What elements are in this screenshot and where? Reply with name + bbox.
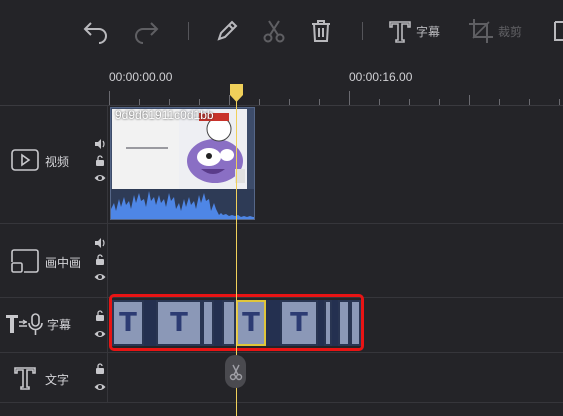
ruler-tick (379, 99, 380, 105)
pencil-icon (217, 20, 238, 41)
ruler-tick (259, 99, 260, 105)
toolbar-divider (362, 22, 363, 40)
pip-track-header: 画中画 (0, 224, 108, 297)
pip-track-name: 画中画 (45, 256, 82, 270)
crop-icon (469, 19, 493, 43)
cut-button[interactable] (262, 16, 286, 46)
ruler-tick (559, 99, 560, 105)
ruler-tick (409, 99, 410, 105)
video-visibility-toggle[interactable] (94, 172, 106, 184)
ruler-tick (469, 95, 470, 105)
video-track[interactable]: 视频 (0, 106, 563, 224)
eye-icon (94, 274, 106, 280)
more-button[interactable] (553, 16, 563, 46)
ruler-tick (109, 91, 110, 105)
pip-volume-toggle[interactable] (94, 237, 106, 249)
crop-label: 裁剪 (498, 24, 523, 39)
subtitle-lock-toggle[interactable] (94, 310, 106, 322)
ruler-tick (349, 91, 350, 105)
scissors-icon (263, 20, 285, 43)
ruler-tick (319, 99, 320, 105)
picture-in-picture-icon (11, 249, 39, 273)
subtitle-track-header: 字幕 (0, 298, 108, 352)
delete-button[interactable] (309, 16, 333, 46)
speaker-icon (95, 139, 105, 149)
ruler-tick (439, 99, 440, 105)
ruler-tick (199, 99, 200, 105)
redo-icon (135, 22, 159, 44)
ruler-tick (169, 99, 170, 105)
subtitle-button[interactable]: 字幕 (388, 16, 440, 46)
undo-button[interactable] (82, 16, 110, 46)
eye-icon (94, 175, 106, 181)
video-play-icon (11, 149, 39, 171)
audio-waveform (111, 189, 254, 219)
ruler-tick (289, 99, 290, 105)
ruler-tick (139, 99, 140, 105)
unlock-icon (96, 254, 104, 265)
toolbar-divider (188, 22, 189, 40)
text-track[interactable]: 文字 (0, 353, 563, 403)
scissors-icon (229, 364, 242, 380)
pip-lock-toggle[interactable] (94, 254, 106, 266)
video-track-header: 视频 (0, 106, 108, 223)
crop-button[interactable]: 裁剪 (468, 16, 522, 46)
split-at-playhead-button[interactable] (225, 355, 246, 388)
unlock-icon (96, 363, 104, 374)
trash-icon (312, 20, 330, 42)
time-label-start: 00:00:00.00 (109, 70, 173, 84)
text-track-name: 文字 (45, 373, 70, 387)
text-visibility-toggle[interactable] (94, 381, 106, 393)
timeline-ruler[interactable]: 00:00:00.00 00:00:16.00 (0, 62, 563, 106)
subtitle-track-name: 字幕 (47, 318, 72, 332)
subtitle-visibility-toggle[interactable] (94, 328, 106, 340)
text-track-header: 文字 (0, 353, 108, 402)
edit-button[interactable] (214, 16, 240, 46)
video-volume-toggle[interactable] (94, 138, 106, 150)
unlock-icon (96, 310, 104, 321)
unlock-icon (96, 155, 104, 166)
time-label-mid: 00:00:16.00 (349, 70, 413, 84)
eye-icon (94, 331, 106, 337)
playhead-handle[interactable] (230, 84, 243, 102)
eye-icon (94, 384, 106, 390)
video-clip-title: 9d9d61911c0d1bb (115, 108, 214, 122)
toolbar: 字幕 裁剪 (0, 0, 563, 62)
frame-icon (554, 21, 563, 41)
pip-visibility-toggle[interactable] (94, 271, 106, 283)
undo-icon (83, 22, 107, 44)
text-t-icon (14, 367, 36, 390)
ruler-tick (529, 99, 530, 105)
pip-track[interactable]: 画中画 (0, 224, 563, 298)
thumbnail-text-line (126, 147, 168, 149)
subtitle-voice-icon (6, 313, 43, 335)
redo-button[interactable] (132, 16, 160, 46)
text-lock-toggle[interactable] (94, 363, 106, 375)
video-lock-toggle[interactable] (94, 155, 106, 167)
text-t-icon (389, 21, 411, 43)
video-track-name: 视频 (45, 155, 70, 169)
ruler-tick (499, 99, 500, 105)
speaker-icon (95, 238, 105, 248)
subtitle-label: 字幕 (416, 24, 441, 39)
video-clip[interactable]: 9d9d61911c0d1bb (110, 107, 255, 220)
